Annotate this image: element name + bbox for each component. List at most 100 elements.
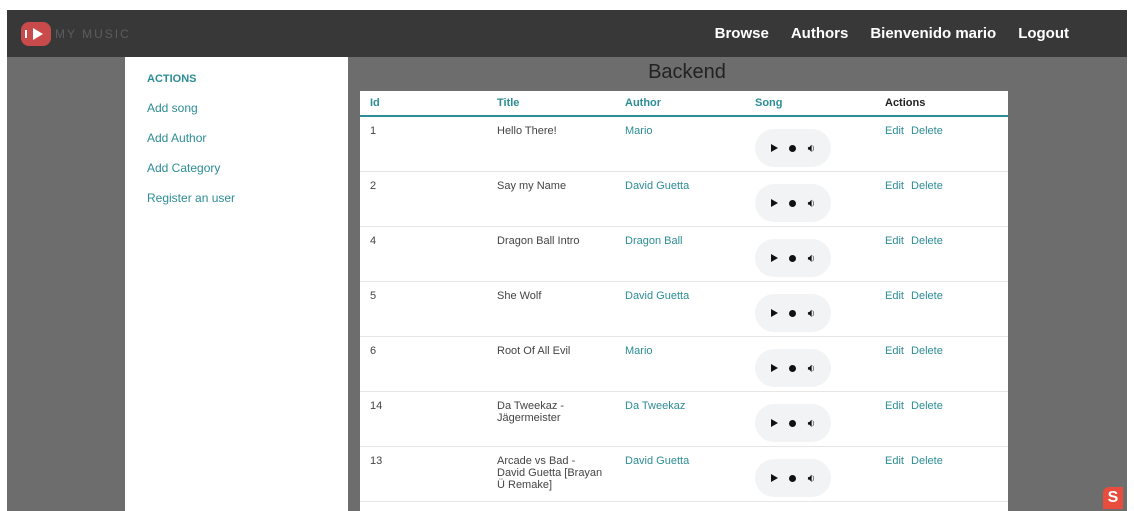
cell-author-link[interactable]: Dragon Ball bbox=[615, 227, 745, 281]
sidebar-item-add-song[interactable]: Add song bbox=[147, 101, 348, 115]
nav-browse[interactable]: Browse bbox=[715, 25, 769, 42]
cell-id: 6 bbox=[370, 345, 377, 357]
play-icon[interactable] bbox=[770, 254, 778, 262]
volume-icon[interactable]: 🔉︎ bbox=[808, 362, 816, 374]
audio-player[interactable]: 🔉︎ bbox=[755, 404, 831, 442]
cell-song: 🔉︎ bbox=[745, 337, 875, 391]
edit-link[interactable]: Edit bbox=[885, 400, 904, 412]
cell-actions: Edit Delete bbox=[875, 172, 1008, 226]
audio-player[interactable]: 🔉︎ bbox=[755, 129, 831, 167]
cell-actions: Edit Delete bbox=[875, 227, 1008, 281]
cell-title: Arcade vs Bad - David Guetta [Brayan Ü R… bbox=[497, 455, 603, 491]
delete-link[interactable]: Delete bbox=[911, 125, 943, 137]
play-icon[interactable] bbox=[770, 364, 778, 372]
cell-author-link[interactable]: Mario bbox=[615, 117, 745, 171]
audio-player[interactable]: 🔉︎ bbox=[755, 184, 831, 222]
nav-logout[interactable]: Logout bbox=[1018, 25, 1069, 42]
cell-actions: Edit Delete bbox=[875, 392, 1008, 446]
play-icon[interactable] bbox=[770, 419, 778, 427]
cell-author-link[interactable]: David Guetta bbox=[615, 282, 745, 336]
edit-link[interactable]: Edit bbox=[885, 180, 904, 192]
audio-player[interactable]: 🔉︎ bbox=[755, 239, 831, 277]
audio-player[interactable]: 🔉︎ bbox=[755, 459, 831, 497]
volume-icon[interactable]: 🔉︎ bbox=[808, 472, 816, 484]
column-header-actions: Actions bbox=[885, 97, 926, 109]
volume-icon[interactable]: 🔉︎ bbox=[808, 307, 816, 319]
table-row: 1 Hello There! Mario 🔉︎ Edit Delete bbox=[360, 117, 1008, 172]
record-dot-icon[interactable] bbox=[789, 474, 797, 482]
table-row: 5 She Wolf David Guetta 🔉︎ Edit Delete bbox=[360, 282, 1008, 337]
column-header-id[interactable]: Id bbox=[360, 97, 487, 109]
sidebar-item-add-author[interactable]: Add Author bbox=[147, 131, 348, 145]
cell-author-link[interactable]: David Guetta bbox=[615, 172, 745, 226]
cell-author-link[interactable]: David Guetta bbox=[615, 447, 745, 501]
play-icon[interactable] bbox=[770, 474, 778, 482]
sidebar-item-register-user[interactable]: Register an user bbox=[147, 191, 348, 205]
cell-id: 1 bbox=[370, 125, 377, 137]
cell-song: 🔉︎ bbox=[745, 392, 875, 446]
cell-title: Root Of All Evil bbox=[497, 345, 571, 357]
volume-icon[interactable]: 🔉︎ bbox=[808, 142, 816, 154]
cell-author-link[interactable]: Mario bbox=[615, 337, 745, 391]
edit-link[interactable]: Edit bbox=[885, 455, 904, 467]
record-dot-icon[interactable] bbox=[789, 199, 797, 207]
table-row: 2 Say my Name David Guetta 🔉︎ Edit Delet… bbox=[360, 172, 1008, 227]
cell-song: 🔉︎ bbox=[745, 282, 875, 336]
delete-link[interactable]: Delete bbox=[911, 400, 943, 412]
column-header-song[interactable]: Song bbox=[745, 97, 875, 109]
cell-author-link[interactable]: Da Tweekaz bbox=[615, 392, 745, 446]
edit-link[interactable]: Edit bbox=[885, 125, 904, 137]
cell-title: Hello There! bbox=[497, 125, 557, 137]
column-header-author[interactable]: Author bbox=[615, 97, 745, 109]
cell-id: 2 bbox=[370, 180, 377, 192]
table-body: 1 Hello There! Mario 🔉︎ Edit Delete 2 Sa… bbox=[360, 117, 1008, 502]
cell-id: 4 bbox=[370, 235, 377, 247]
songs-table: Id Title Author Song Actions 1 Hello The… bbox=[360, 91, 1008, 511]
audio-player[interactable]: 🔉︎ bbox=[755, 294, 831, 332]
nav-welcome-user[interactable]: Bienvenido mario bbox=[870, 25, 996, 42]
sidebar-item-add-category[interactable]: Add Category bbox=[147, 161, 348, 175]
cell-actions: Edit Delete bbox=[875, 447, 1008, 501]
table-header: Id Title Author Song Actions bbox=[360, 91, 1008, 117]
logo[interactable]: MY MUSIC bbox=[21, 22, 131, 46]
delete-link[interactable]: Delete bbox=[911, 290, 943, 302]
delete-link[interactable]: Delete bbox=[911, 235, 943, 247]
corner-badge-icon[interactable]: S bbox=[1103, 487, 1123, 509]
cell-actions: Edit Delete bbox=[875, 117, 1008, 171]
delete-link[interactable]: Delete bbox=[911, 180, 943, 192]
delete-link[interactable]: Delete bbox=[911, 345, 943, 357]
play-icon[interactable] bbox=[770, 199, 778, 207]
volume-icon[interactable]: 🔉︎ bbox=[808, 417, 816, 429]
top-bar: MY MUSIC Browse Authors Bienvenido mario… bbox=[7, 10, 1127, 57]
record-dot-icon[interactable] bbox=[789, 419, 797, 427]
nav-authors[interactable]: Authors bbox=[791, 25, 849, 42]
column-header-title[interactable]: Title bbox=[487, 97, 615, 109]
cell-title: Say my Name bbox=[497, 180, 567, 192]
edit-link[interactable]: Edit bbox=[885, 345, 904, 357]
volume-icon[interactable]: 🔉︎ bbox=[808, 197, 816, 209]
cell-id: 14 bbox=[370, 400, 383, 412]
page-title: Backend bbox=[648, 61, 726, 83]
audio-player[interactable]: 🔉︎ bbox=[755, 349, 831, 387]
record-dot-icon[interactable] bbox=[789, 309, 797, 317]
logo-text: MY MUSIC bbox=[55, 27, 131, 41]
cell-title: Dragon Ball Intro bbox=[497, 235, 580, 247]
table-row: 14 Da Tweekaz - Jägermeister Da Tweekaz … bbox=[360, 392, 1008, 447]
edit-link[interactable]: Edit bbox=[885, 290, 904, 302]
cell-id: 5 bbox=[370, 290, 377, 302]
sidebar-heading: ACTIONS bbox=[147, 73, 197, 85]
cell-song: 🔉︎ bbox=[745, 227, 875, 281]
volume-icon[interactable]: 🔉︎ bbox=[808, 252, 816, 264]
main-nav: Browse Authors Bienvenido mario Logout bbox=[715, 10, 1069, 57]
sidebar: ACTIONS Add song Add Author Add Category… bbox=[125, 57, 348, 511]
record-dot-icon[interactable] bbox=[789, 144, 797, 152]
play-icon[interactable] bbox=[770, 309, 778, 317]
delete-link[interactable]: Delete bbox=[911, 455, 943, 467]
play-icon[interactable] bbox=[770, 144, 778, 152]
record-dot-icon[interactable] bbox=[789, 254, 797, 262]
cell-id: 13 bbox=[370, 455, 383, 467]
edit-link[interactable]: Edit bbox=[885, 235, 904, 247]
cell-song: 🔉︎ bbox=[745, 447, 875, 501]
table-row: 4 Dragon Ball Intro Dragon Ball 🔉︎ Edit … bbox=[360, 227, 1008, 282]
record-dot-icon[interactable] bbox=[789, 364, 797, 372]
